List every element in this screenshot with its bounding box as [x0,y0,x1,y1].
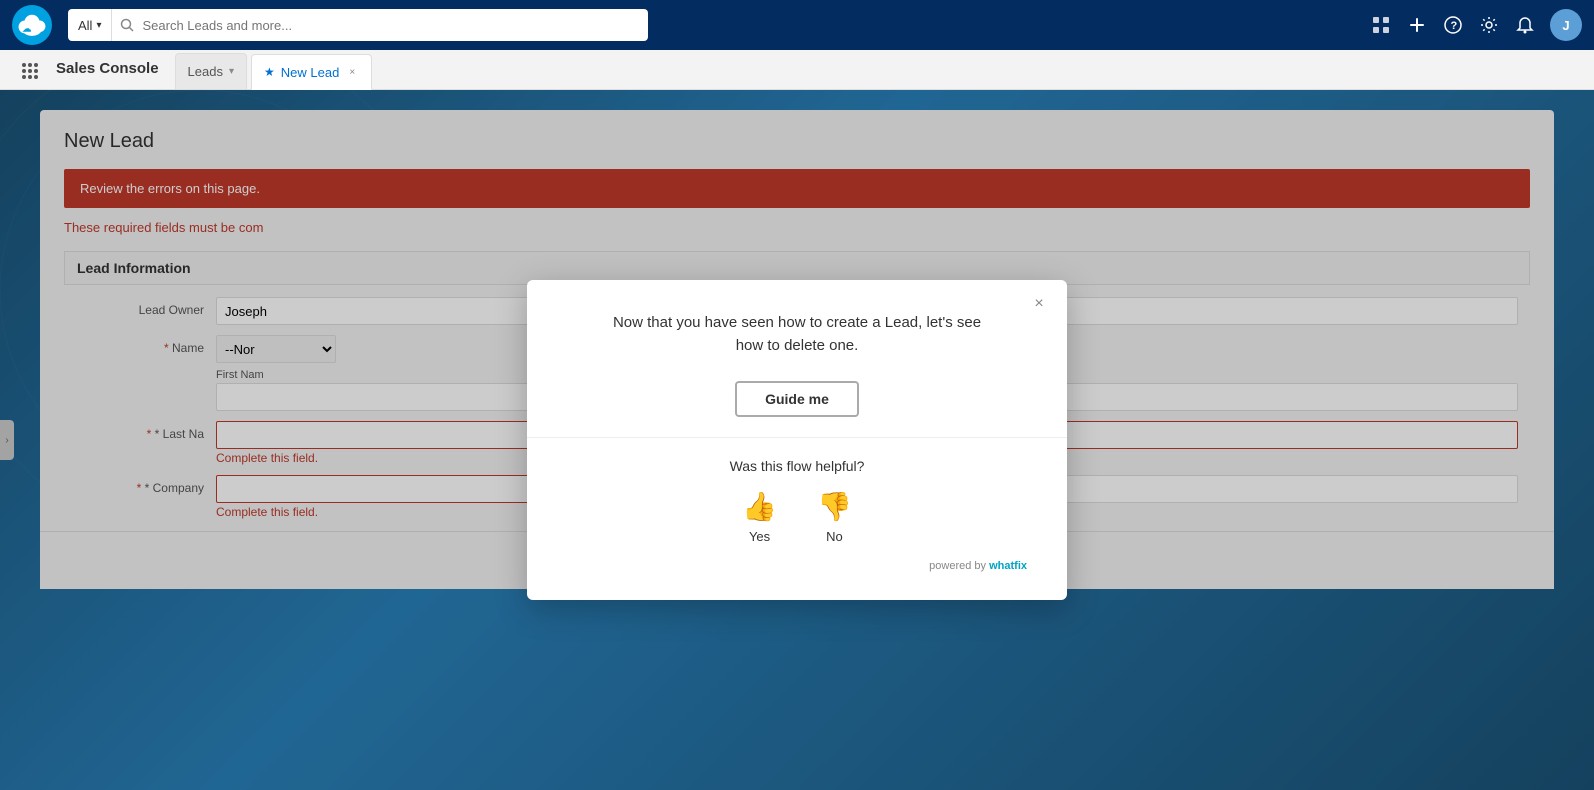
modal-divider-1 [527,437,1067,438]
tab-new-lead[interactable]: ★ New Lead × [251,54,372,90]
thumbs-down-icon: 👎 [817,490,852,523]
recent-items-icon[interactable] [1370,14,1392,36]
avatar-initials: J [1562,18,1569,33]
top-nav: ☁ All ▾ [0,0,1594,50]
tab-new-lead-close-icon[interactable]: × [345,65,359,79]
tab-leads[interactable]: Leads ▾ [175,53,247,89]
salesforce-logo[interactable]: ☁ [12,5,52,45]
tab-leads-label: Leads [188,64,223,79]
search-all-label: All [78,18,92,33]
guide-me-button[interactable]: Guide me [735,381,859,417]
no-label: No [826,529,843,544]
whatfix-brand: whatfix [989,560,1027,572]
svg-text:☁: ☁ [22,23,31,33]
nav-right-icons: ? J [1370,9,1582,41]
modal-close-button[interactable]: × [1027,292,1051,316]
avatar[interactable]: J [1550,9,1582,41]
search-input[interactable] [142,18,648,33]
tab-new-lead-star-icon: ★ [264,65,275,79]
guide-me-label: Guide me [765,391,829,407]
powered-by: powered by whatfix [567,560,1027,572]
app-name: Sales Console [56,49,159,89]
thumbs-down-button[interactable]: 👎 No [817,490,852,544]
whatfix-modal: × Now that you have seen how to create a… [527,280,1067,600]
search-icon [112,18,142,32]
help-icon[interactable]: ? [1442,14,1464,36]
search-bar: All ▾ [68,9,648,41]
svg-text:?: ? [1451,20,1458,32]
add-icon[interactable] [1406,14,1428,36]
modal-body-text: Now that you have seen how to create a L… [567,312,1027,357]
search-dropdown-icon: ▾ [96,20,101,31]
settings-icon[interactable] [1478,14,1500,36]
helpful-buttons: 👍 Yes 👎 No [567,490,1027,544]
thumbs-up-button[interactable]: 👍 Yes [742,490,777,544]
tab-new-lead-label: New Lead [281,65,340,80]
helpful-question: Was this flow helpful? [567,458,1027,474]
modal-close-icon: × [1034,295,1043,313]
yes-label: Yes [749,529,770,544]
modal-overlay: × Now that you have seen how to create a… [0,90,1594,790]
search-all-button[interactable]: All ▾ [68,9,112,41]
main-area: › New Lead Review the errors on this pag… [0,90,1594,790]
helpful-section: Was this flow helpful? 👍 Yes 👎 No powere… [567,458,1027,572]
notification-icon[interactable] [1514,14,1536,36]
thumbs-up-icon: 👍 [742,490,777,523]
tab-leads-dropdown-icon: ▾ [229,66,234,77]
tab-bar: Sales Console Leads ▾ ★ New Lead × [0,50,1594,90]
app-launcher-icon[interactable] [12,53,48,89]
